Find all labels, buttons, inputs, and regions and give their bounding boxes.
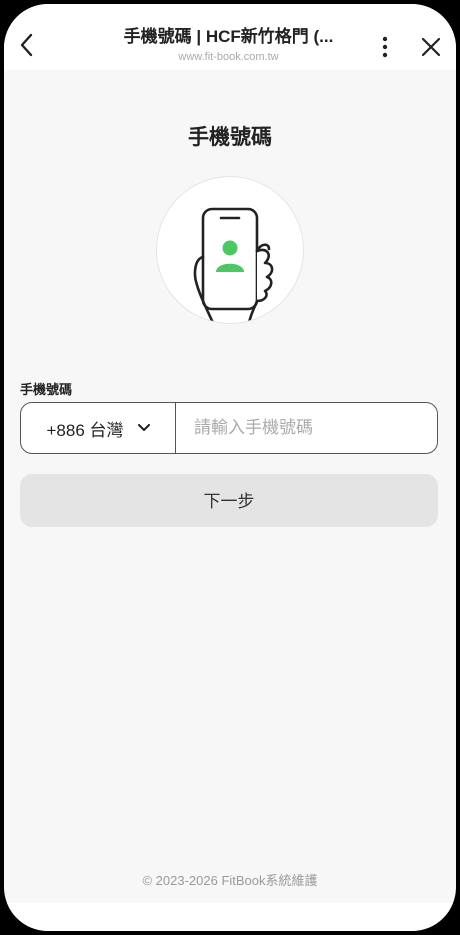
next-button[interactable]: 下一步 [20,474,438,527]
phone-number-input[interactable] [176,403,437,453]
header-title: 手機號碼 | HCF新竹格門 (... [123,27,334,46]
phone-user-illustration [156,176,304,324]
header-url: www.fit-book.com.tw [178,51,279,63]
device-frame: 手機號碼 | HCF新竹格門 (... www.fit-book.com.tw … [0,0,460,935]
phone-field-label: 手機號碼 [20,382,73,397]
header-title-group: 手機號碼 | HCF新竹格門 (... www.fit-book.com.tw [56,26,401,64]
close-button[interactable] [416,31,446,63]
back-button[interactable] [12,26,42,64]
phone-number-field: +886 台灣 [20,402,438,454]
country-code-value: +886 台灣 [46,420,124,440]
country-code-select[interactable]: +886 台灣 [21,403,176,453]
footer-copyright: © 2023-2026 FitBook系統維護 [142,873,318,888]
browser-header: 手機號碼 | HCF新竹格門 (... www.fit-book.com.tw [4,4,456,70]
phone-user-icon [193,207,274,323]
more-vertical-icon [382,36,388,58]
chevron-down-icon [137,424,150,432]
screen: 手機號碼 | HCF新竹格門 (... www.fit-book.com.tw … [4,4,456,931]
chevron-left-icon [20,33,33,57]
more-button[interactable] [374,30,396,64]
close-icon [421,37,441,57]
bottom-bar [4,903,456,931]
page-title: 手機號碼 [188,126,272,149]
